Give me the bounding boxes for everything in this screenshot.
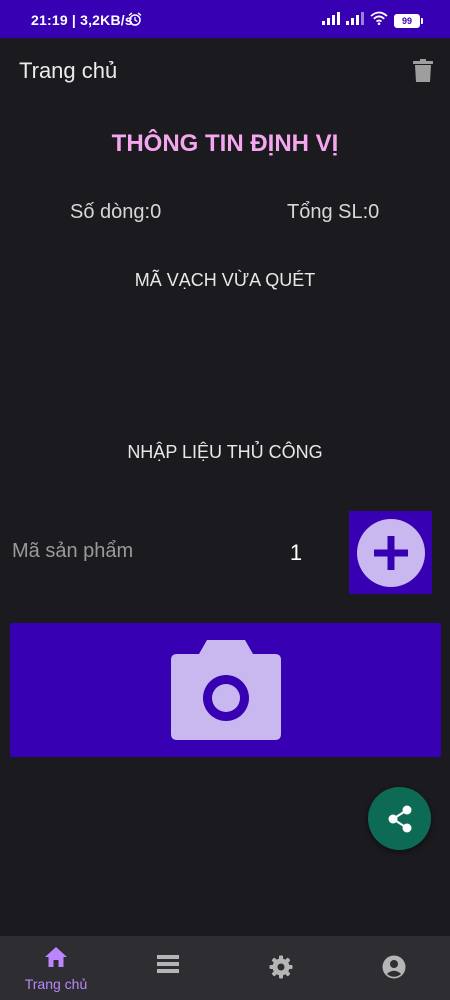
page-title: Trang chủ (19, 58, 118, 83)
share-icon (388, 805, 411, 832)
nav-item-account[interactable] (338, 936, 450, 1000)
total-quantity: Tổng SL:0 (287, 201, 380, 223)
camera-icon (170, 640, 281, 740)
nav-item-list[interactable] (112, 936, 224, 1000)
status-bar: 21:19 | 3,2KB/s 99 (0, 0, 450, 38)
signal-icon (322, 11, 340, 30)
nav-item-settings[interactable] (225, 936, 337, 1000)
nav-item-home[interactable]: Trang chủ (0, 936, 112, 1000)
wifi-icon (370, 11, 388, 30)
share-button[interactable] (368, 787, 431, 850)
battery-indicator: 99 (394, 13, 423, 28)
alarm-icon (128, 12, 142, 31)
account-icon (382, 955, 406, 984)
bottom-navigation: Trang chủ (0, 936, 450, 1000)
location-info-title: THÔNG TIN ĐỊNH VỊ (111, 130, 339, 157)
camera-scan-button[interactable] (10, 623, 441, 757)
last-scanned-label: MÃ VẠCH VỪA QUÉT (134, 270, 316, 290)
home-icon (44, 946, 68, 973)
list-icon (157, 955, 179, 978)
signal-icon-2 (346, 11, 364, 30)
quantity-input[interactable] (276, 540, 316, 566)
gear-icon (269, 955, 293, 984)
plus-circle-icon (356, 518, 425, 587)
nav-label-home: Trang chủ (24, 976, 88, 992)
trash-icon (413, 59, 433, 82)
add-product-button[interactable] (349, 511, 432, 594)
status-icons: 99 (322, 11, 423, 30)
status-time: 21:19 | 3,2KB/s (31, 12, 133, 28)
row-count: Số dòng:0 (70, 201, 162, 223)
manual-entry-label: NHẬP LIỆU THỦ CÔNG (127, 442, 323, 462)
product-code-input[interactable] (12, 540, 232, 563)
delete-button[interactable] (409, 57, 437, 85)
